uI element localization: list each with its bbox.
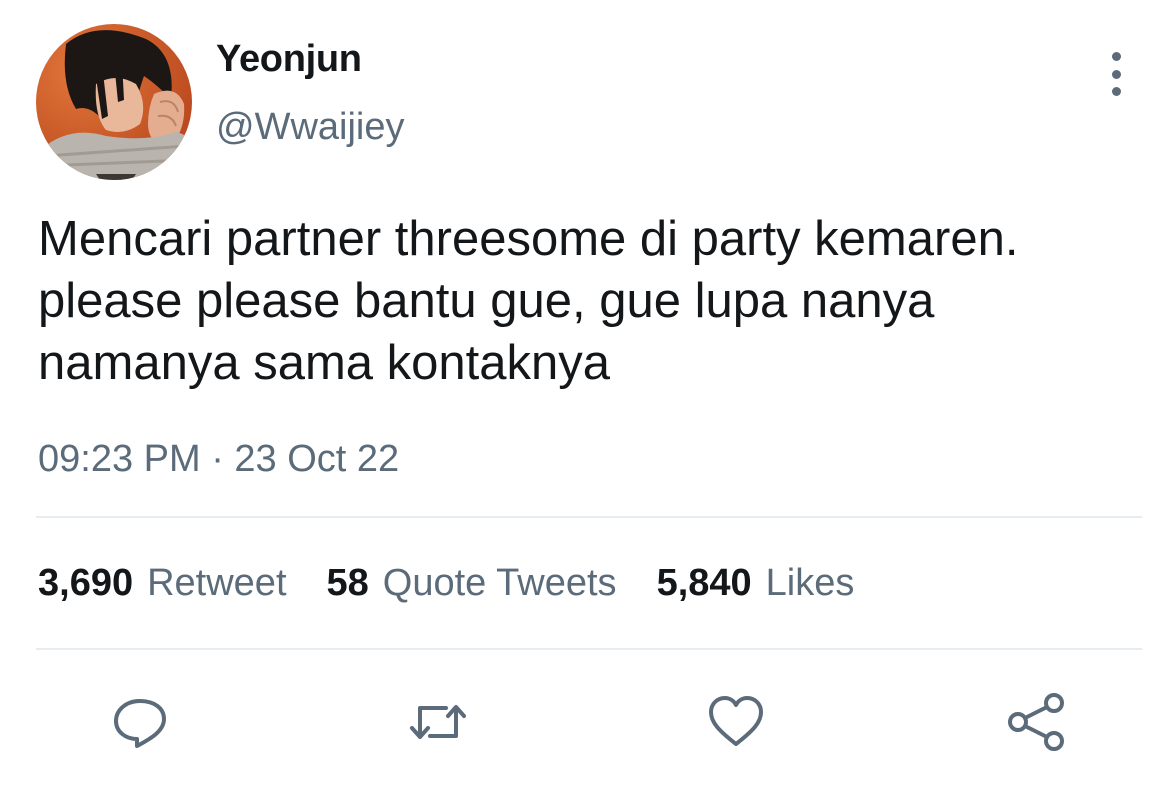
retweet-count: 3,690	[38, 562, 134, 604]
tweet-stats: 3,690 Retweet 58 Quote Tweets 5,840 Like…	[38, 562, 894, 605]
tweet-detail: Yeonjun @Wwaijiey Mencari partner threes…	[0, 0, 1176, 790]
user-handle[interactable]: @Wwaijiey	[216, 106, 404, 149]
share-icon	[1008, 693, 1064, 751]
tweet-timestamp[interactable]: 09:23 PM · 23 Oct 22	[38, 438, 399, 481]
quote-tweet-stat[interactable]: 58 Quote Tweets	[327, 562, 617, 605]
quote-tweet-label: Quote Tweets	[382, 562, 617, 604]
retweet-icon	[410, 705, 466, 739]
like-label: Likes	[765, 562, 855, 604]
divider	[36, 516, 1142, 518]
reply-icon	[114, 699, 166, 748]
like-count: 5,840	[656, 562, 752, 604]
like-button[interactable]	[704, 690, 768, 754]
more-dot-icon	[1111, 52, 1121, 61]
retweet-stat[interactable]: 3,690 Retweet	[38, 562, 287, 605]
more-dot-icon	[1111, 87, 1121, 96]
quote-tweet-count: 58	[326, 562, 369, 604]
more-dot-icon	[1111, 69, 1121, 79]
reply-button[interactable]	[108, 690, 172, 754]
avatar-image	[36, 24, 192, 180]
retweet-button[interactable]	[406, 690, 470, 754]
share-button[interactable]	[1004, 690, 1068, 754]
display-name[interactable]: Yeonjun	[216, 38, 362, 81]
like-stat[interactable]: 5,840 Likes	[657, 562, 855, 605]
heart-icon	[709, 696, 763, 746]
tweet-text: Mencari partner threesome di party kemar…	[38, 212, 1019, 390]
divider	[36, 648, 1142, 650]
retweet-label: Retweet	[147, 562, 287, 604]
more-options-button[interactable]	[1096, 52, 1136, 96]
avatar[interactable]	[36, 24, 192, 180]
